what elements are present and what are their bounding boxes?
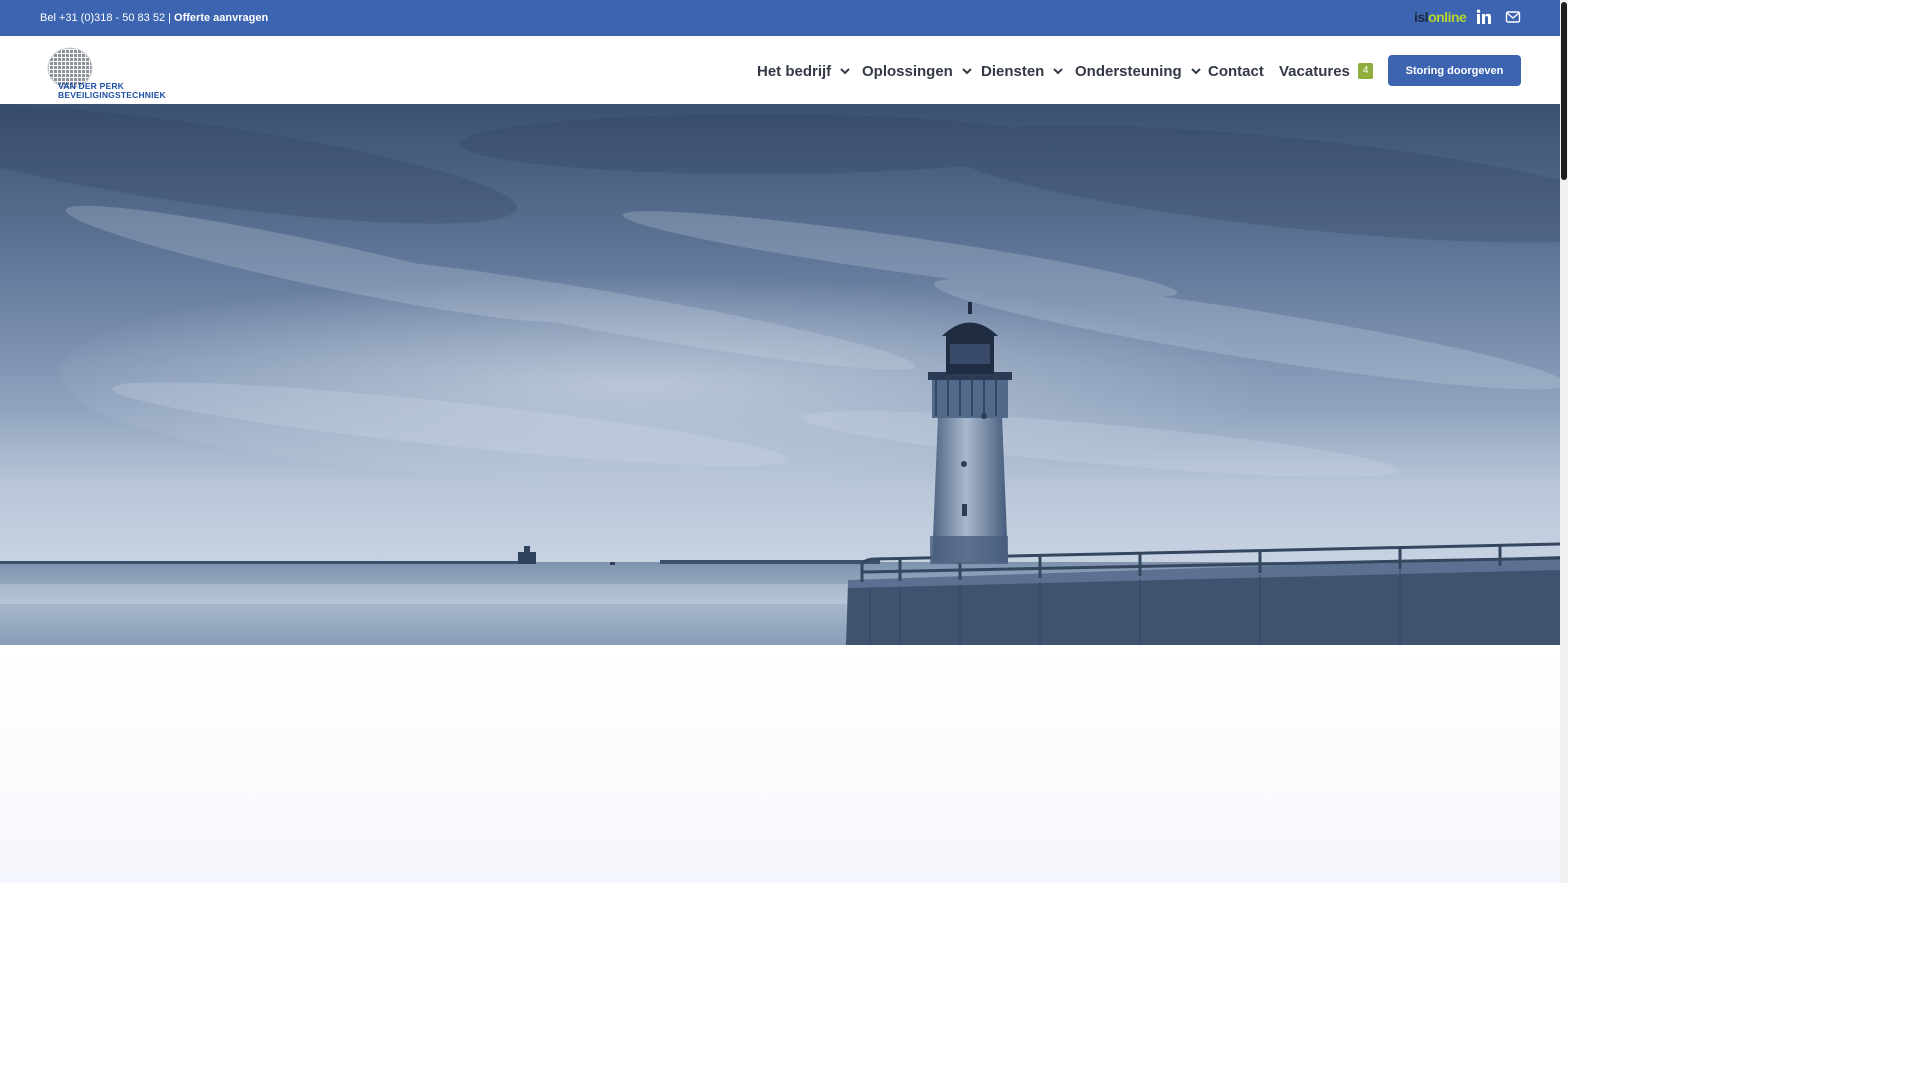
- nav-label: Diensten: [981, 62, 1045, 80]
- isl-online-link[interactable]: islonline: [1414, 9, 1467, 25]
- main-header: VAN DER PERK BEVEILIGINGSTECHNIEK Het be…: [0, 36, 1560, 105]
- scrollbar-thumb[interactable]: [1561, 2, 1567, 180]
- nav-label: Ondersteuning: [1075, 62, 1182, 80]
- company-logo[interactable]: VAN DER PERK BEVEILIGINGSTECHNIEK: [46, 46, 178, 100]
- isl-logo-part1: isl: [1414, 9, 1429, 25]
- hero-image: [0, 104, 1560, 645]
- nav-label: Vacatures: [1279, 62, 1350, 80]
- logo-line2: BEVEILIGINGSTECHNIEK: [58, 90, 166, 100]
- storing-doorgeven-button[interactable]: Storing doorgeven: [1388, 55, 1521, 86]
- phone-text: Bel +31 (0)318 - 50 83 52 |: [40, 12, 171, 24]
- isl-logo-part2: online: [1428, 9, 1467, 25]
- mail-icon[interactable]: [1505, 9, 1523, 27]
- page-scrollbar[interactable]: [1560, 0, 1568, 883]
- chevron-down-icon: [840, 68, 850, 75]
- linkedin-icon[interactable]: [1476, 9, 1494, 27]
- vacancy-count-badge: 4: [1357, 63, 1374, 79]
- quote-link[interactable]: Offerte aanvragen: [174, 12, 268, 24]
- nav-oplossingen[interactable]: Oplossingen: [862, 62, 972, 80]
- chevron-down-icon: [962, 68, 972, 75]
- nav-label: Oplossingen: [862, 62, 953, 80]
- nav-label: Het bedrijf: [757, 62, 832, 80]
- nav-label: Contact: [1208, 62, 1264, 80]
- nav-ondersteuning[interactable]: Ondersteuning: [1075, 62, 1201, 80]
- nav-diensten[interactable]: Diensten: [981, 62, 1064, 80]
- top-contact: Bel +31 (0)318 - 50 83 52 | Offerte aanv…: [40, 12, 268, 24]
- chevron-down-icon: [1053, 68, 1064, 75]
- content-area: [0, 645, 1560, 883]
- chevron-down-icon: [1190, 68, 1201, 75]
- nav-vacatures[interactable]: Vacatures 4: [1279, 62, 1374, 80]
- nav-contact[interactable]: Contact: [1208, 62, 1264, 80]
- nav-het-bedrijf[interactable]: Het bedrijf: [757, 62, 850, 80]
- top-bar: Bel +31 (0)318 - 50 83 52 | Offerte aanv…: [0, 0, 1560, 36]
